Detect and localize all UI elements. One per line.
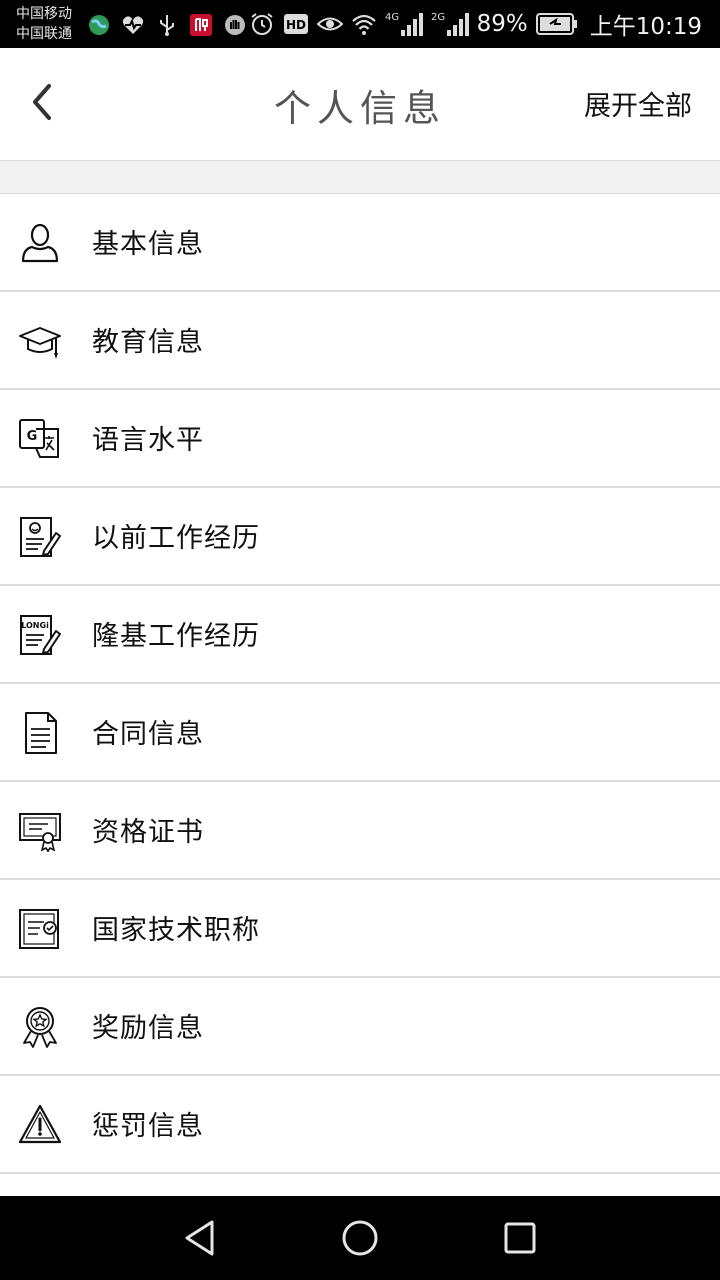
menu-item-label: 资格证书 <box>92 817 204 848</box>
wifi-icon <box>351 14 376 35</box>
menu-item-contract[interactable]: 合同信息 <box>0 684 720 782</box>
menu-item-technical-title[interactable]: 国家技术职称 <box>0 880 720 978</box>
menu-item-basic-info[interactable]: 基本信息 <box>0 194 720 292</box>
clock: 上午10:19 <box>589 14 702 40</box>
menu-item-label: 奖励信息 <box>92 1013 204 1044</box>
nav-recents-button[interactable] <box>500 1218 540 1258</box>
menu-item-education[interactable]: 教育信息 <box>0 292 720 390</box>
menu-item-label: 隆基工作经历 <box>92 621 260 652</box>
nav-back-button[interactable] <box>180 1218 220 1258</box>
circle-home-icon <box>342 1220 378 1256</box>
usb-icon <box>160 15 174 36</box>
expand-all-button[interactable]: 展开全部 <box>584 84 692 123</box>
health-heart-icon <box>122 16 144 34</box>
info-menu-list: 基本信息 教育信息 G 语言水平 以前工作经历 LONGi 隆基工作经历 合同信… <box>0 194 720 1174</box>
battery-percent: 89% <box>476 11 528 37</box>
alarm-icon <box>250 13 273 35</box>
menu-item-label: 惩罚信息 <box>92 1111 204 1142</box>
hand-shield-icon <box>225 15 245 35</box>
document-icon <box>25 712 57 754</box>
svg-text:HD: HD <box>286 18 306 32</box>
menu-item-label: 语言水平 <box>92 425 204 456</box>
menu-item-label: 基本信息 <box>92 229 204 260</box>
carrier-2: 中国联通 <box>16 26 72 42</box>
menu-item-language[interactable]: G 语言水平 <box>0 390 720 488</box>
menu-item-previous-work[interactable]: 以前工作经历 <box>0 488 720 586</box>
menu-item-label: 教育信息 <box>92 327 204 358</box>
system-status: HD 4G 2G 89% 上午10:19 <box>249 8 702 40</box>
translate-icon: G <box>19 419 59 458</box>
svg-text:4G: 4G <box>385 12 399 23</box>
svg-text:2G: 2G <box>431 12 445 23</box>
carrier-info: 中国移动 中国联通 <box>16 4 72 44</box>
award-icon <box>23 1007 57 1048</box>
status-bar: 中国移动 中国联通 HD 4G 2G 89% 上午10:19 <box>0 0 720 48</box>
verified-certificate-icon <box>19 909 59 949</box>
menu-item-label: 国家技术职称 <box>92 915 260 946</box>
svg-text:G: G <box>27 429 38 444</box>
globe-icon <box>89 15 109 35</box>
hd-icon: HD <box>283 14 308 34</box>
notification-icons <box>86 12 248 38</box>
app-notification-icon <box>190 14 212 36</box>
certificate-icon <box>19 813 61 853</box>
menu-item-label: 合同信息 <box>92 719 204 750</box>
triangle-back-icon <box>185 1220 214 1256</box>
eye-icon <box>316 17 343 31</box>
menu-item-penalties[interactable]: 惩罚信息 <box>0 1076 720 1174</box>
graduation-cap-icon <box>19 327 61 359</box>
system-nav-bar <box>0 1196 720 1280</box>
warning-icon <box>18 1104 62 1144</box>
menu-item-rewards[interactable]: 奖励信息 <box>0 978 720 1076</box>
menu-item-qualification[interactable]: 资格证书 <box>0 782 720 880</box>
signal-2g-icon: 2G <box>431 12 469 36</box>
app-header: 个人信息 展开全部 <box>0 48 720 160</box>
battery-charging-icon <box>535 13 577 35</box>
square-recents-icon <box>504 1222 536 1254</box>
section-divider <box>0 160 720 194</box>
user-icon <box>21 223 59 263</box>
menu-item-longi-work[interactable]: LONGi 隆基工作经历 <box>0 586 720 684</box>
svg-text:LONGi: LONGi <box>21 621 49 630</box>
nav-home-button[interactable] <box>340 1218 380 1258</box>
carrier-1: 中国移动 <box>16 6 72 22</box>
signal-4g-icon: 4G <box>385 12 423 36</box>
longi-document-icon: LONGi <box>20 615 61 655</box>
menu-item-label: 以前工作经历 <box>92 523 260 554</box>
resume-edit-icon <box>20 517 61 557</box>
